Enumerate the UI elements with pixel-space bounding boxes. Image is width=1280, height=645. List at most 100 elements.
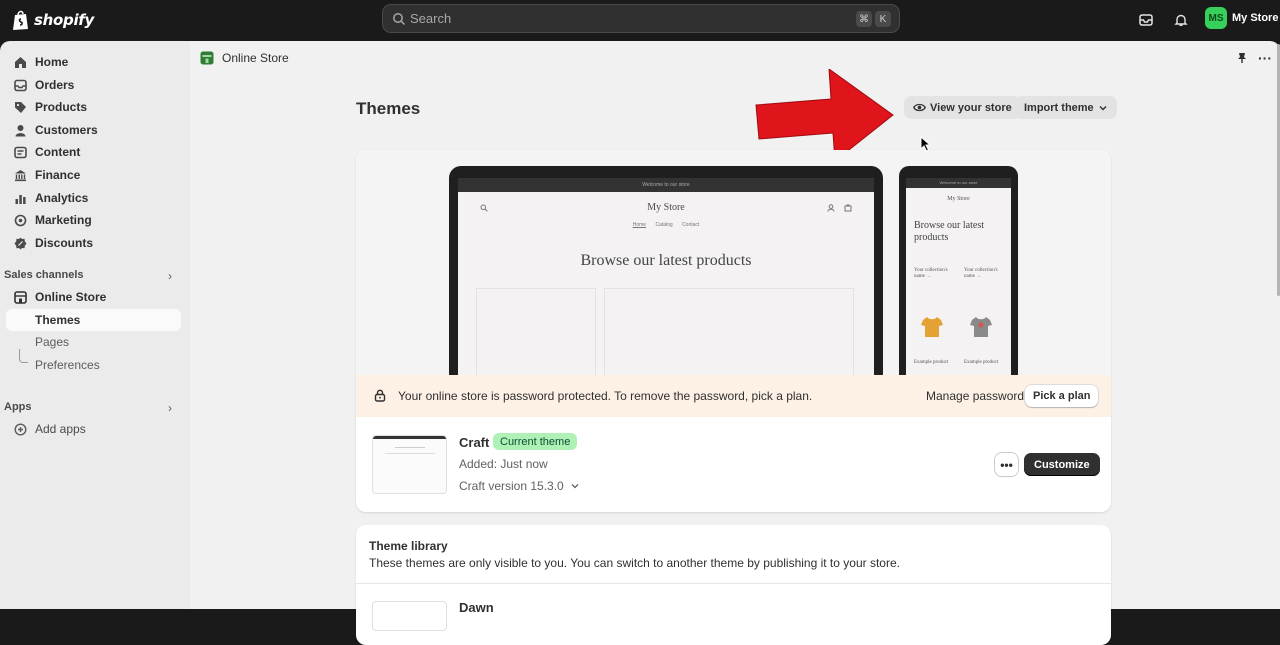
sidebar-item-online-store[interactable]: Online Store [6,286,181,308]
theme-library-card: Theme library These themes are only visi… [356,525,1111,645]
preview-nav-item: Home [632,222,647,228]
import-theme-label: Import theme [1024,101,1094,114]
bank-icon [15,169,26,181]
customize-button[interactable]: Customize [1024,453,1100,476]
preview-hero-heading: Browse our latest products [914,220,984,243]
inbox-icon [1139,14,1153,26]
sidebar-item-label: Discounts [35,236,94,250]
tshirt-icon [970,317,992,337]
theme-version-dropdown[interactable]: Craft version 15.3.0 [459,479,580,493]
preview-collection-card [604,288,854,378]
sidebar-item-home[interactable]: Home [6,51,181,73]
pin-icon[interactable] [1236,52,1248,64]
chevron-down-icon [1099,105,1107,110]
tshirt-icon [921,317,943,337]
search-placeholder: Search [410,11,452,26]
sidebar-item-analytics[interactable]: Analytics [6,187,181,209]
online-store-icon [200,51,214,65]
password-notice-banner: Your online store is password protected.… [356,375,1111,417]
plus-circle-icon [14,422,27,436]
preview-collection-name: Your collection's name → [914,268,948,279]
divider [356,583,1111,584]
preview-collection-card [476,288,596,378]
sidebar-item-add-apps[interactable]: Add apps [6,418,181,440]
main-content: Online Store ··· Themes View your store … [190,41,1280,645]
search-icon [393,12,406,25]
store-icon [14,290,27,304]
mobile-preview: Welcome to our store My Store Browse our… [899,166,1018,381]
top-bar: shopify Search ⌘ K MS My Store [0,0,1280,41]
home-icon [15,56,26,68]
preview-store-name: My Store [947,196,970,202]
sidebar-item-label: Add apps [35,422,86,436]
theme-library-title: Theme library [369,539,448,553]
sidebar-item-label: Home [35,55,69,69]
more-actions-icon[interactable]: ··· [1258,50,1272,66]
library-theme-thumbnail[interactable] [372,601,447,631]
current-theme-name: Craft [459,435,490,450]
chart-icon [15,194,26,204]
notice-message: Your online store is password protected.… [398,389,813,403]
theme-preview[interactable]: Welcome to our store My Store Home Catal… [356,150,1111,381]
sidebar-subitem-preferences[interactable]: Preferences [6,354,181,376]
sidebar-item-label: Analytics [35,191,89,205]
preview-hero-heading: Browse our latest products [580,252,752,269]
sidebar-item-customers[interactable]: Customers [6,119,181,141]
preview-product-name: Example product [914,360,949,365]
current-theme-badge: Current theme [493,433,578,450]
account-icon [827,204,835,212]
sidebar-subitem-pages[interactable]: Pages [6,331,181,353]
store-avatar: MS [1205,7,1227,29]
theme-added-date: Added: Just now [459,457,548,471]
shortcut-key-cmd: ⌘ [856,11,872,27]
sidebar-item-label: Customers [35,123,98,137]
chevron-right-icon[interactable]: › [168,401,172,415]
shopify-logo[interactable]: shopify [12,9,94,31]
discount-icon [14,237,27,249]
shortcut-key-k: K [875,11,891,27]
preview-nav: Home Catalog Contact [458,222,874,228]
sales-channels-heading[interactable]: Sales channels [4,269,84,281]
inbox-button[interactable] [1136,10,1156,30]
import-theme-button[interactable]: Import theme [1015,96,1117,119]
shopify-wordmark: shopify [34,11,94,29]
library-theme-name: Dawn [459,600,494,615]
preview-product-name: Example product [964,360,999,365]
sidebar-item-marketing[interactable]: Marketing [6,209,181,231]
chevron-down-icon [571,484,579,489]
manage-password-link[interactable]: Manage password [926,389,1024,403]
search-input[interactable]: Search ⌘ K [382,4,900,33]
bell-icon [1174,14,1188,26]
sidebar-item-label: Marketing [35,213,92,227]
breadcrumb-label: Online Store [222,51,289,65]
target-icon [14,214,27,226]
current-theme-card: Welcome to our store My Store Home Catal… [356,150,1111,512]
sidebar-item-finance[interactable]: Finance [6,164,181,186]
red-arrow-annotation [755,69,894,161]
sidebar: Home Orders Products Customers Content F… [0,41,190,609]
sidebar-item-orders[interactable]: Orders [6,74,181,96]
announcement-bar: Welcome to our store [458,178,874,192]
sidebar-item-content[interactable]: Content [6,141,181,163]
notifications-button[interactable] [1171,10,1191,30]
person-icon [15,124,26,136]
theme-actions-button[interactable]: ••• [995,453,1018,476]
pick-plan-button[interactable]: Pick a plan [1025,385,1099,407]
view-store-button[interactable]: View your store [904,96,1021,119]
sidebar-item-label: Orders [35,78,75,92]
store-menu-button[interactable]: MS My Store [1205,7,1278,29]
sidebar-item-discounts[interactable]: Discounts [6,232,181,254]
sidebar-subitem-themes[interactable]: Themes [6,309,181,331]
sidebar-item-products[interactable]: Products [6,96,181,118]
breadcrumb[interactable]: Online Store [200,51,289,65]
preview-nav-item: Catalog [655,222,673,228]
preview-nav-item: Contact [682,222,700,228]
chevron-right-icon[interactable]: › [168,269,172,283]
sidebar-item-label: Content [35,145,81,159]
store-name: My Store [1232,12,1279,24]
apps-heading[interactable]: Apps [4,401,32,413]
current-theme-thumbnail[interactable] [372,435,447,494]
sidebar-item-label: Finance [35,168,81,182]
orders-icon [14,79,27,91]
eye-icon [913,103,926,112]
